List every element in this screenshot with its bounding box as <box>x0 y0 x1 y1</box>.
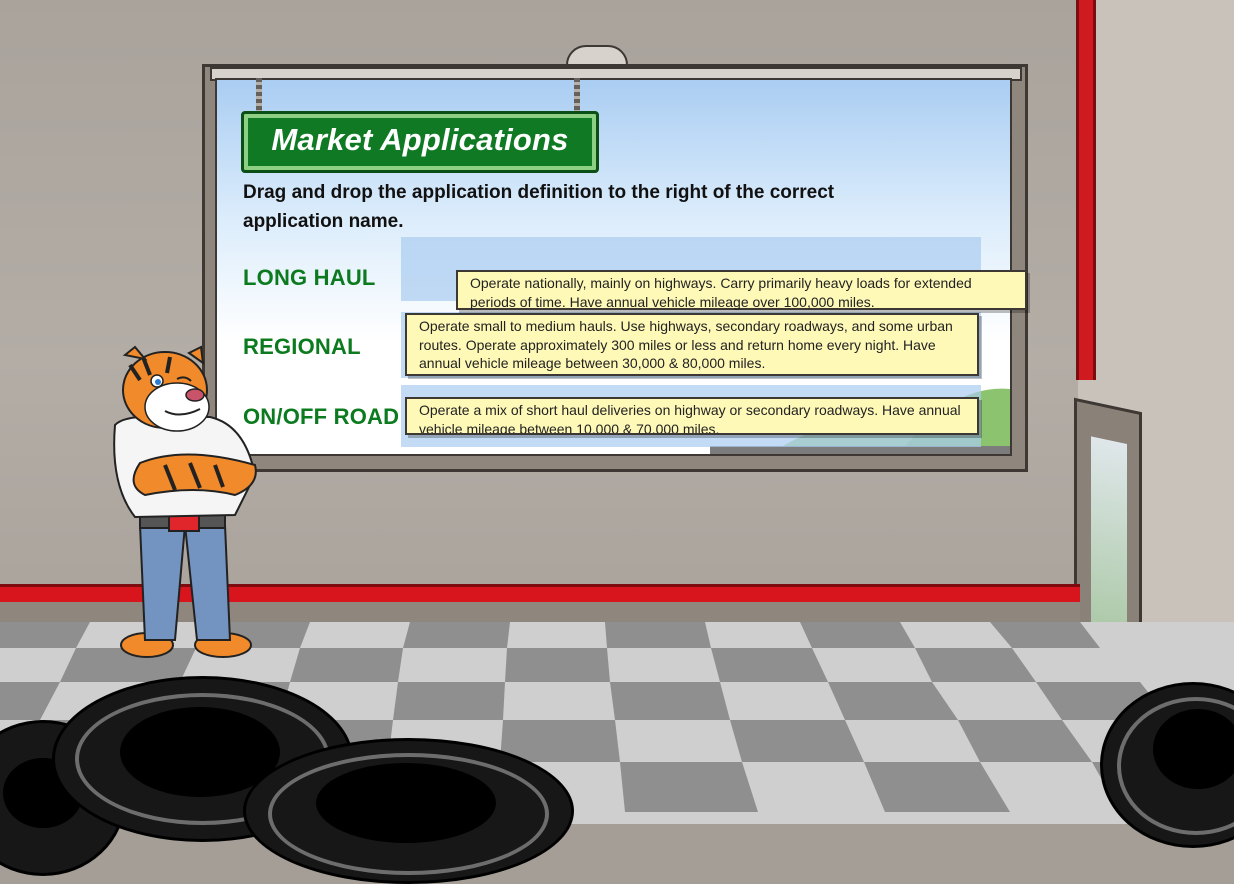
sign-chain-left <box>256 78 262 112</box>
instructions: Drag and drop the application definition… <box>243 182 835 232</box>
definition-card-3[interactable]: Operate a mix of short haul deliveries o… <box>405 397 979 435</box>
label-long-haul: LONG HAUL <box>243 265 376 290</box>
sign-chain-right <box>574 78 580 112</box>
title-sign: Market Applications <box>241 111 599 173</box>
red-trim <box>1076 0 1096 380</box>
page-title: Market Applications <box>271 122 569 157</box>
tiger-mascot <box>113 345 257 658</box>
tire-center <box>243 738 574 884</box>
definition-card-2[interactable]: Operate small to medium hauls. Use highw… <box>405 313 979 376</box>
definition-card-1[interactable]: Operate nationally, mainly on highways. … <box>456 270 1027 310</box>
